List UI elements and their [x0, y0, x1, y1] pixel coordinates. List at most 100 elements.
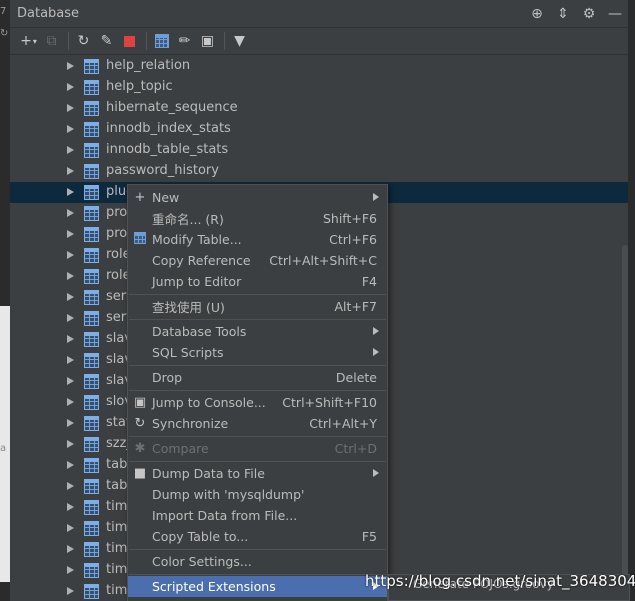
menu-item-compare: ✱ Compare Ctrl+D [134, 441, 377, 456]
expand-arrow-icon[interactable] [67, 587, 74, 595]
expand-arrow-icon[interactable] [67, 314, 74, 322]
menu-separator [129, 574, 386, 575]
table-icon [84, 332, 99, 347]
expand-arrow-icon[interactable] [67, 503, 74, 511]
table-icon [84, 185, 99, 200]
expand-arrow-icon[interactable] [67, 461, 74, 469]
stop-icon[interactable] [119, 31, 140, 51]
submenu-arrow-icon [373, 327, 379, 335]
console-icon: ▣ [133, 395, 147, 410]
table-icon [84, 290, 99, 305]
menu-item-find-usages[interactable]: 查找使用 (U) Alt+F7 [128, 296, 387, 317]
menu-item-dump-mysqldump[interactable]: Dump with 'mysqldump' [128, 484, 387, 505]
tree-row[interactable]: innodb_table_stats [10, 140, 628, 161]
table-name: hibernate_sequence [106, 100, 238, 115]
expand-arrow-icon[interactable] [67, 440, 74, 448]
menu-item-jump-to-editor[interactable]: Jump to Editor F4 [128, 271, 387, 292]
table-icon [84, 80, 99, 95]
expand-arrow-icon[interactable] [67, 62, 74, 70]
expand-arrow-icon[interactable] [67, 167, 74, 175]
menu-separator [129, 319, 386, 320]
table-icon [84, 248, 99, 263]
table-icon [84, 563, 99, 578]
expand-arrow-icon[interactable] [67, 419, 74, 427]
expand-arrow-icon[interactable] [67, 230, 74, 238]
menu-item-copy-table[interactable]: Copy Table to... F5 [128, 526, 387, 547]
expand-arrow-icon[interactable] [67, 125, 74, 133]
expand-arrow-icon[interactable] [67, 398, 74, 406]
edge-glyph: ↻ [0, 28, 9, 39]
expand-arrow-icon[interactable] [67, 524, 74, 532]
menu-item-modify-table[interactable]: Modify Table... Ctrl+F6 [128, 229, 387, 250]
table-icon [84, 311, 99, 326]
expand-arrow-icon[interactable] [67, 356, 74, 364]
gear-icon[interactable]: ⚙ [576, 6, 602, 22]
toolbar-separator [224, 32, 225, 50]
table-icon [84, 374, 99, 389]
menu-item-database-tools[interactable]: Database Tools [128, 321, 387, 342]
table-name: pro [106, 205, 128, 220]
menu-separator [129, 461, 386, 462]
plus-icon: + [134, 190, 146, 205]
tree-row[interactable]: password_history [10, 161, 628, 182]
expand-arrow-icon[interactable] [67, 545, 74, 553]
menu-item-copy-reference[interactable]: Copy Reference Ctrl+Alt+Shift+C [128, 250, 387, 271]
expand-arrow-icon[interactable] [67, 251, 74, 259]
duplicate-icon[interactable]: ⧉ [41, 31, 62, 51]
table-icon [84, 269, 99, 284]
settings-target-icon[interactable]: ⊕ [524, 6, 550, 22]
save-icon: ■ [133, 466, 147, 481]
table-icon [84, 521, 99, 536]
tree-row[interactable]: help_topic [10, 77, 628, 98]
expand-arrow-icon[interactable] [67, 83, 74, 91]
menu-item-rename[interactable]: 重命名... (R) Shift+F6 [128, 208, 387, 229]
table-icon [84, 395, 99, 410]
console-icon[interactable]: ▣ [197, 31, 218, 51]
refresh-icon[interactable]: ↻ [73, 31, 94, 51]
tree-row[interactable]: hibernate_sequence [10, 98, 628, 119]
properties-icon[interactable]: ✎ [96, 31, 117, 51]
minimize-icon[interactable]: — [602, 6, 628, 22]
collapse-all-icon[interactable]: ⇕ [550, 6, 576, 22]
expand-arrow-icon[interactable] [67, 293, 74, 301]
expand-arrow-icon[interactable] [67, 335, 74, 343]
menu-item-import-data[interactable]: Import Data from File... [128, 505, 387, 526]
edge-glyph: a [0, 443, 7, 454]
menu-item-dump-to-file[interactable]: ■ Dump Data to File [128, 463, 387, 484]
expand-arrow-icon[interactable] [67, 377, 74, 385]
tree-row[interactable]: innodb_index_stats [10, 119, 628, 140]
expand-arrow-icon[interactable] [67, 188, 74, 196]
table-icon [84, 500, 99, 515]
expand-arrow-icon[interactable] [67, 104, 74, 112]
menu-separator [129, 436, 386, 437]
expand-arrow-icon[interactable] [67, 146, 74, 154]
expand-arrow-icon[interactable] [67, 209, 74, 217]
expand-arrow-icon[interactable] [67, 272, 74, 280]
submenu-arrow-icon [373, 469, 379, 477]
edit-icon[interactable]: ✏ [174, 31, 195, 51]
panel-title: Database [17, 6, 80, 21]
tree-row[interactable]: help_relation [10, 56, 628, 77]
menu-separator [129, 365, 386, 366]
table-name: innodb_table_stats [106, 142, 229, 157]
compare-icon: ✱ [134, 441, 146, 456]
table-icon [84, 479, 99, 494]
menu-separator [129, 549, 386, 550]
menu-item-jump-to-console[interactable]: ▣ Jump to Console... Ctrl+Shift+F10 [128, 392, 387, 413]
menu-item-sql-scripts[interactable]: SQL Scripts [128, 342, 387, 363]
watermark: https://blog.csdn.net/sinat_36483049 [365, 572, 635, 590]
filter-icon[interactable]: ▼ [229, 31, 250, 51]
table-name: help_topic [106, 79, 173, 94]
menu-item-color-settings[interactable]: Color Settings... [128, 551, 387, 572]
expand-arrow-icon[interactable] [67, 566, 74, 574]
table-icon [84, 353, 99, 368]
menu-separator [129, 294, 386, 295]
menu-item-drop[interactable]: Drop Delete [128, 367, 387, 388]
table-editor-icon[interactable] [151, 31, 172, 51]
table-name: innodb_index_stats [106, 121, 231, 136]
expand-arrow-icon[interactable] [67, 482, 74, 490]
menu-item-synchronize[interactable]: ↻ Synchronize Ctrl+Alt+Y [128, 413, 387, 434]
menu-item-new[interactable]: + New [128, 187, 387, 208]
menu-item-scripted-extensions[interactable]: Scripted Extensions [128, 576, 387, 597]
add-icon[interactable]: + ▾ [18, 31, 39, 51]
